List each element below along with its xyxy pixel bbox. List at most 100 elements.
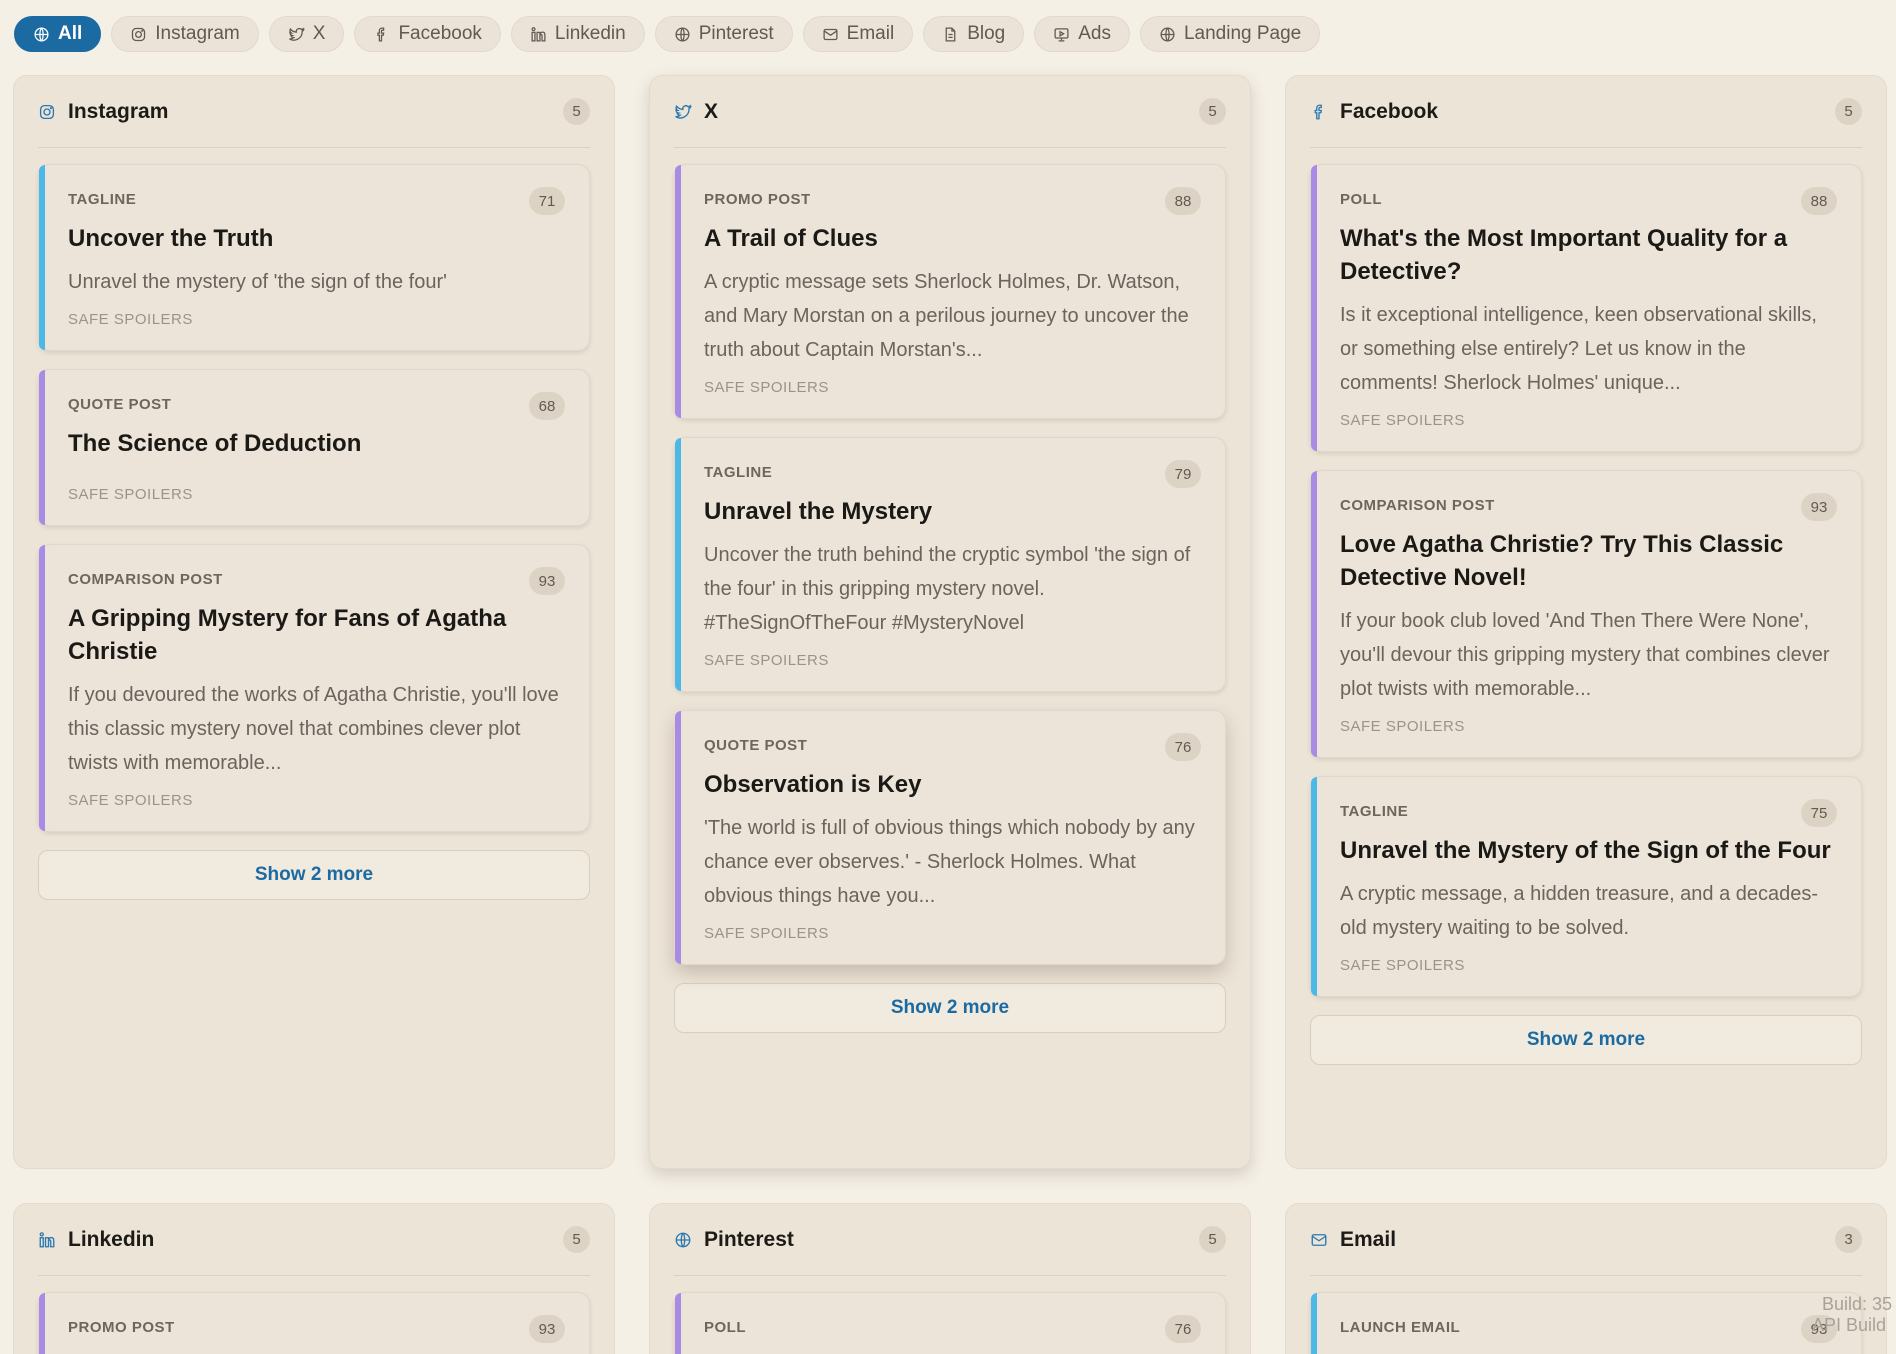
column-x: X 5 PROMO POST 88 A Trail of Clues A cry… xyxy=(649,75,1251,1169)
linkedin-icon xyxy=(531,26,546,42)
show-more-button[interactable]: Show 2 more xyxy=(674,983,1226,1033)
content-card[interactable]: TAGLINE 71 Uncover the Truth Unravel the… xyxy=(38,164,590,351)
show-more-button[interactable]: Show 2 more xyxy=(1310,1015,1862,1065)
card-title: Observation is Key xyxy=(704,771,922,798)
column-title: X xyxy=(704,99,719,123)
card-score-badge: 71 xyxy=(529,187,565,215)
show-more-button[interactable]: Show 2 more xyxy=(38,850,590,900)
column-instagram: Instagram 5 TAGLINE 71 Uncover the Truth… xyxy=(13,75,615,1169)
content-card[interactable]: TAGLINE 75 Unravel the Mystery of the Si… xyxy=(1310,776,1862,997)
card-type-label: PROMO POST xyxy=(704,191,811,208)
facebook-icon xyxy=(377,26,385,42)
card-score-badge: 93 xyxy=(529,1315,565,1343)
content-card[interactable]: COMPARISON POST 93 A Gripping Mystery fo… xyxy=(38,544,590,832)
card-title: Uncover the Truth xyxy=(68,225,274,252)
column-count-badge: 5 xyxy=(563,1226,590,1253)
globe-icon xyxy=(675,1232,691,1247)
filter-chip-linkedin[interactable]: Linkedin xyxy=(510,16,645,52)
card-type-label: PROMO POST xyxy=(68,1319,175,1336)
card-type-label: LAUNCH EMAIL xyxy=(1340,1319,1461,1336)
mail-icon xyxy=(1311,1233,1327,1246)
content-card[interactable]: PROMO POST 88 A Trail of Clues A cryptic… xyxy=(674,164,1226,419)
card-body: Uncover the truth behind the cryptic sym… xyxy=(704,544,1191,634)
card-spoiler-label: SAFE SPOILERS xyxy=(704,925,829,942)
filter-chip-instagram[interactable]: Instagram xyxy=(111,16,259,52)
column-pinterest: Pinterest 5 POLL 76 xyxy=(649,1203,1251,1354)
twitter-icon xyxy=(288,26,305,41)
content-card[interactable]: LAUNCH EMAIL 93 xyxy=(1310,1292,1862,1354)
card-score-badge: 76 xyxy=(1165,733,1201,761)
filter-chip-blog[interactable]: Blog xyxy=(923,16,1025,52)
content-card[interactable]: COMPARISON POST 93 Love Agatha Christie?… xyxy=(1310,470,1862,758)
card-score-badge: 79 xyxy=(1165,460,1201,488)
card-body: A cryptic message, a hidden treasure, an… xyxy=(1340,883,1819,939)
card-type-label: COMPARISON POST xyxy=(1340,497,1495,514)
column-count-badge: 5 xyxy=(563,98,590,125)
card-type-label: TAGLINE xyxy=(1340,803,1409,820)
card-spoiler-label: SAFE SPOILERS xyxy=(1340,718,1465,735)
filter-chip-facebook[interactable]: Facebook xyxy=(354,16,501,52)
filter-chip-landing-page[interactable]: Landing Page xyxy=(1139,16,1321,52)
card-score-badge: 93 xyxy=(1801,493,1837,521)
ads-icon xyxy=(1054,27,1069,42)
build-number: Build: 35 xyxy=(1822,1294,1893,1314)
card-score-badge: 93 xyxy=(529,567,565,595)
card-type-label: QUOTE POST xyxy=(68,396,172,413)
content-card[interactable]: PROMO POST 93 xyxy=(38,1292,590,1354)
card-type-label: COMPARISON POST xyxy=(68,571,223,588)
column-title: Linkedin xyxy=(68,1227,155,1251)
linkedin-icon xyxy=(39,1231,55,1247)
column-title: Pinterest xyxy=(704,1227,794,1251)
api-build-label: API Build xyxy=(1812,1315,1887,1335)
twitter-icon xyxy=(675,103,692,119)
card-type-label: TAGLINE xyxy=(704,464,773,481)
card-type-label: QUOTE POST xyxy=(704,737,808,754)
card-title: Unravel the Mystery of the Sign of the F… xyxy=(1340,837,1831,864)
content-card[interactable]: POLL 76 xyxy=(674,1292,1226,1354)
content-card[interactable]: QUOTE POST 76 Observation is Key 'The wo… xyxy=(674,710,1226,965)
card-spoiler-label: SAFE SPOILERS xyxy=(1340,412,1465,429)
content-card[interactable]: POLL 88 What's the Most Important Qualit… xyxy=(1310,164,1862,452)
filter-chip-x[interactable]: X xyxy=(268,16,345,52)
card-score-badge: 76 xyxy=(1165,1315,1201,1343)
filter-chip-email[interactable]: Email xyxy=(802,16,914,52)
filter-chip-all[interactable]: All xyxy=(14,16,102,52)
document-icon xyxy=(945,26,956,42)
column-header: Instagram 5 xyxy=(38,76,590,148)
content-card[interactable]: TAGLINE 79 Unravel the Mystery Uncover t… xyxy=(674,437,1226,692)
card-body: If your book club loved 'And Then There … xyxy=(1340,610,1830,700)
card-title: A Trail of Clues xyxy=(704,225,878,252)
card-title: A Gripping Mystery for Fans of Agatha Ch… xyxy=(68,605,507,665)
filter-chip-ads[interactable]: Ads xyxy=(1034,16,1130,52)
card-spoiler-label: SAFE SPOILERS xyxy=(704,379,829,396)
card-body: 'The world is full of obvious things whi… xyxy=(704,817,1195,907)
build-info: Build: 35 API Build xyxy=(1812,1294,1896,1336)
column-count-badge: 5 xyxy=(1199,1226,1226,1253)
card-title: The Science of Deduction xyxy=(68,430,362,457)
card-body: Is it exceptional intelligence, keen obs… xyxy=(1340,304,1817,394)
facebook-icon xyxy=(1314,104,1323,119)
card-spoiler-label: SAFE SPOILERS xyxy=(68,311,193,328)
globe-icon xyxy=(675,26,690,42)
instagram-icon xyxy=(39,104,55,119)
column-count-badge: 3 xyxy=(1835,1226,1862,1253)
platform-filter-bar: All Instagram X Facebook Linkedin Pinter… xyxy=(14,16,1321,52)
card-title: Love Agatha Christie? Try This Classic D… xyxy=(1340,531,1784,591)
instagram-icon xyxy=(132,27,146,41)
card-score-badge: 75 xyxy=(1801,799,1837,827)
card-body: A cryptic message sets Sherlock Holmes, … xyxy=(704,271,1189,361)
card-spoiler-label: SAFE SPOILERS xyxy=(68,792,193,809)
card-spoiler-label: SAFE SPOILERS xyxy=(1340,957,1465,974)
column-linkedin: Linkedin 5 PROMO POST 93 xyxy=(13,1203,615,1354)
column-header: Pinterest 5 xyxy=(674,1204,1226,1276)
filter-chip-pinterest[interactable]: Pinterest xyxy=(654,16,793,52)
globe-icon xyxy=(1160,26,1175,42)
card-title: Unravel the Mystery xyxy=(704,498,933,525)
column-header: Email 3 xyxy=(1310,1204,1862,1276)
card-type-label: TAGLINE xyxy=(68,191,137,208)
content-board: All Instagram X Facebook Linkedin Pinter… xyxy=(0,0,1896,1354)
column-header: X 5 xyxy=(674,76,1226,148)
content-card[interactable]: QUOTE POST 68 The Science of Deduction S… xyxy=(38,369,590,526)
column-title: Email xyxy=(1340,1227,1397,1251)
card-body: Unravel the mystery of 'the sign of the … xyxy=(68,271,447,293)
